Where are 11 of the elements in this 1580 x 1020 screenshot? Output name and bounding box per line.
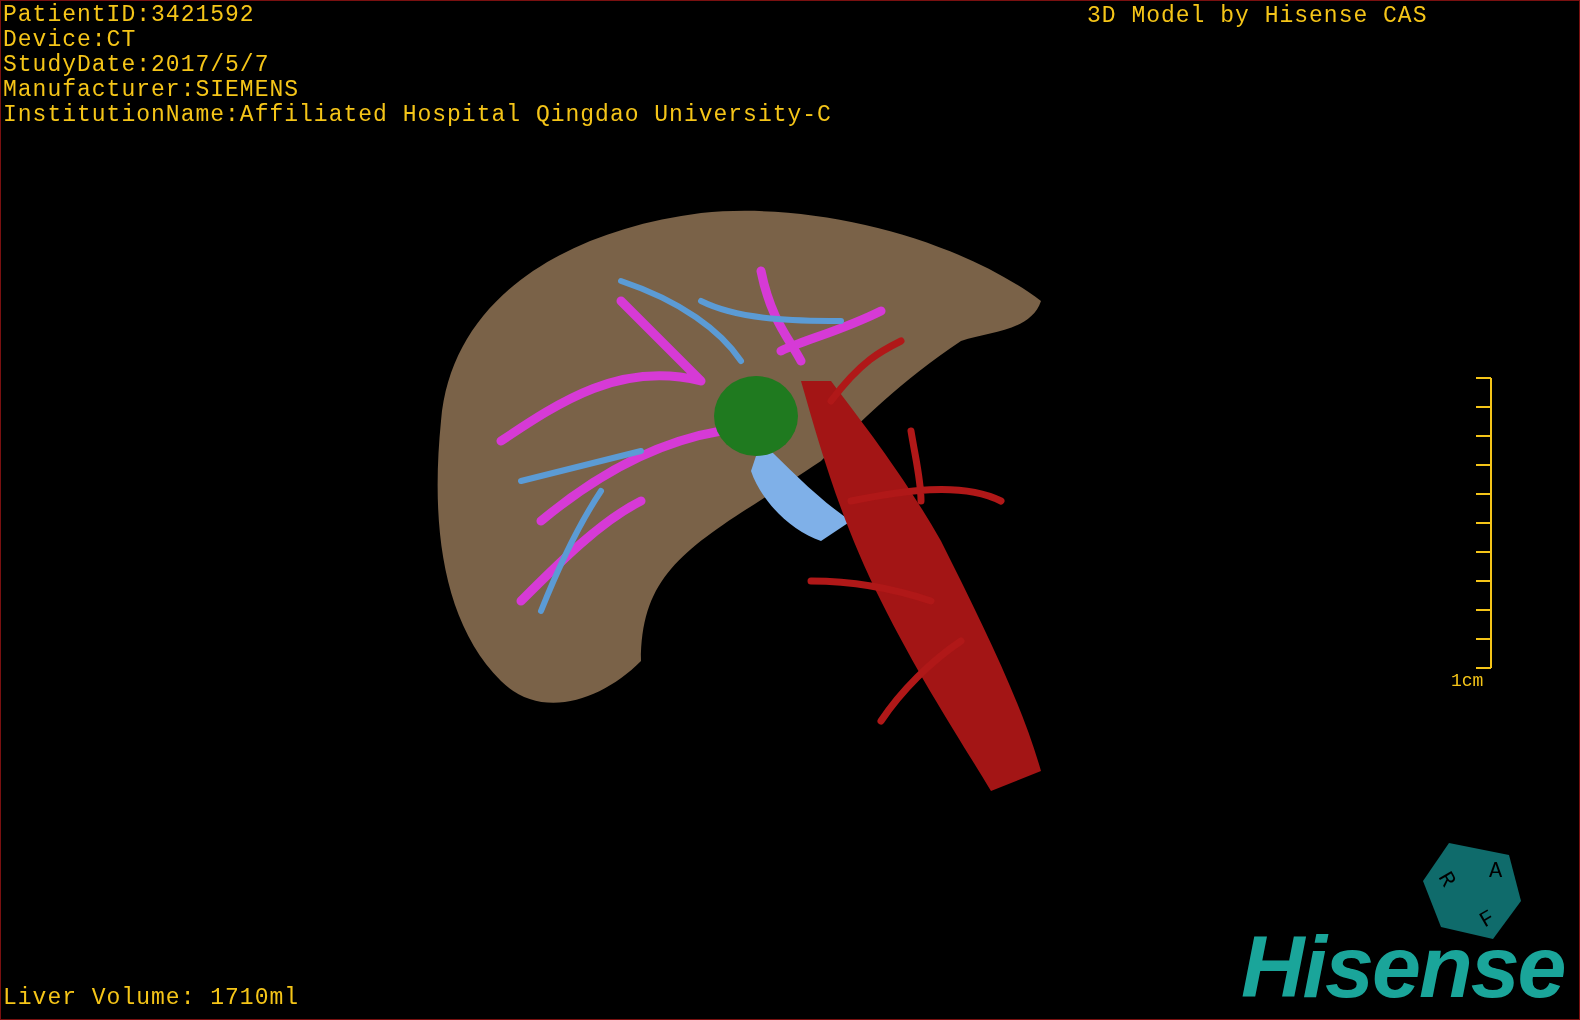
patient-info-text: InstitutionName:Affiliated Hospital Qingdao University-C — [3, 103, 832, 128]
patient-info-text: StudyDate:2017/5/7 — [3, 53, 271, 78]
cube-face-label: F — [1476, 907, 1499, 933]
patient-info-text: Device:CT — [3, 28, 138, 53]
patient-info-text: PatientID:3421592 — [3, 3, 256, 28]
header-text: 3D Model by Hisense CAS — [1087, 4, 1428, 29]
liver-volume-text: Liver Volume: 1710ml — [3, 986, 300, 1011]
cube-face-label: R — [1432, 868, 1459, 892]
cube-face-label: A — [1489, 861, 1503, 883]
patient-info-text: Manufacturer:SIEMENS — [3, 78, 301, 103]
scale-label: 1cm — [1451, 670, 1484, 692]
